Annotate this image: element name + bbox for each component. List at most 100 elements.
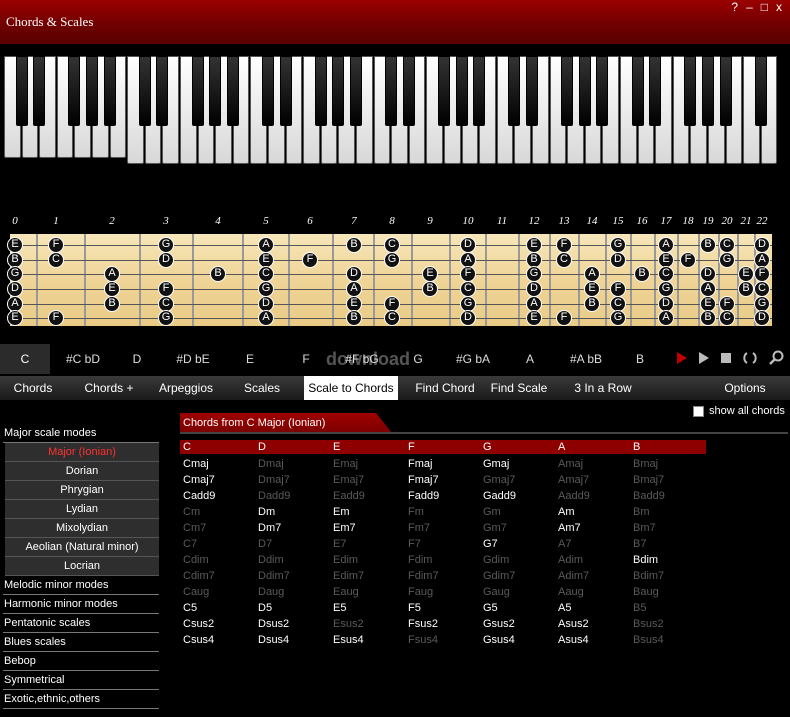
chord-cell[interactable]: Bm [633,505,650,519]
chord-cell[interactable]: E7 [333,537,346,551]
note-button[interactable]: #G bA [446,344,500,374]
piano-black-key[interactable] [33,56,46,126]
fret-note[interactable]: E [526,237,542,253]
fret-note[interactable]: D [460,237,476,253]
chord-cell[interactable]: Emaj [333,457,358,471]
piano-black-key[interactable] [191,56,204,126]
fret-note[interactable]: A [658,237,674,253]
chord-cell[interactable]: Ddim [258,553,284,567]
chord-cell[interactable]: Gaug [483,585,510,599]
chord-cell[interactable]: B7 [633,537,646,551]
fret-note[interactable]: C [719,237,735,253]
chord-cell[interactable]: Fmaj [408,457,432,471]
piano-black-key[interactable] [350,56,362,126]
fret-note[interactable]: E [738,266,754,282]
sidebar-group-item[interactable]: Symmetrical [3,671,159,690]
chord-cell[interactable]: Am [558,505,575,519]
chord-cell[interactable]: Caug [183,585,209,599]
chord-cell[interactable]: Eaug [333,585,359,599]
fret-note[interactable]: D [754,237,770,253]
fret-note[interactable]: D [610,252,626,268]
fret-note[interactable]: D [526,281,542,297]
tab-item[interactable]: Scale to Chords [304,376,398,400]
fret-note[interactable]: C [384,310,400,326]
fret-note[interactable]: B [584,296,600,312]
fret-note[interactable]: A [658,310,674,326]
chord-cell[interactable]: Cmaj7 [183,473,215,487]
fret-note[interactable]: D [700,266,716,282]
chord-cell[interactable]: F5 [408,601,421,615]
chord-cell[interactable]: G5 [483,601,498,615]
piano-black-key[interactable] [332,56,345,126]
chord-cell[interactable]: F7 [408,537,421,551]
chord-cell[interactable]: Edim [333,553,358,567]
sidebar-group-item[interactable]: Blues scales [3,633,159,652]
chord-cell[interactable]: Aaug [558,585,584,599]
chord-cell[interactable]: Cdim [183,553,209,567]
chord-cell[interactable]: D5 [258,601,272,615]
sidebar-group-head[interactable]: Major scale modes [3,424,159,443]
piano-black-key[interactable] [15,56,28,126]
fret-note[interactable]: B [700,237,716,253]
piano-black-key[interactable] [438,56,450,126]
chord-cell[interactable]: B5 [633,601,646,615]
chord-cell[interactable]: Dsus2 [258,617,289,631]
piano-black-key[interactable] [702,56,714,126]
chord-cell[interactable]: Gsus2 [483,617,515,631]
chord-cell[interactable]: Bdim [633,553,658,567]
piano-black-key[interactable] [455,56,468,126]
chord-cell[interactable]: Badd9 [633,489,665,503]
chord-cell[interactable]: Fm7 [408,521,430,535]
fret-note[interactable]: G [258,281,274,297]
fret-note[interactable]: C [460,281,476,297]
tab-item[interactable]: Options [700,376,790,400]
sidebar-mode-item[interactable]: Mixolydian [5,519,159,538]
fret-note[interactable]: B [422,281,438,297]
chord-cell[interactable]: Esus4 [333,633,364,647]
piano-black-key[interactable] [279,56,292,126]
tab-item[interactable]: Chords + [72,376,146,400]
fret-note[interactable]: F [680,252,696,268]
chord-cell[interactable]: Gsus4 [483,633,515,647]
fret-note[interactable]: A [258,310,274,326]
fret-note[interactable]: E [526,310,542,326]
piano-black-key[interactable] [649,56,662,126]
sidebar-mode-item[interactable]: Phrygian [5,481,159,500]
sidebar-mode-item[interactable]: Dorian [5,462,159,481]
fret-note[interactable]: B [700,310,716,326]
tab-item[interactable]: Find Scale [484,376,554,400]
play-icon[interactable] [698,351,710,365]
note-button[interactable]: #A bB [560,344,612,374]
maximize-button[interactable]: □ [761,0,768,14]
chord-cell[interactable]: Daug [258,585,284,599]
chord-cell[interactable]: Cdim7 [183,569,215,583]
fret-note[interactable]: B [104,296,120,312]
sidebar-group-item[interactable]: Pentatonic scales [3,614,159,633]
tab-item[interactable]: Arpeggios [148,376,224,400]
note-button[interactable]: A [504,344,556,374]
fret-note[interactable]: G [7,266,23,282]
fret-note[interactable]: C [754,281,770,297]
stop-icon[interactable] [720,351,732,365]
chord-cell[interactable]: Bdim7 [633,569,664,583]
piano-black-key[interactable] [68,56,81,126]
chord-cell[interactable]: Gm7 [483,521,507,535]
chord-cell[interactable]: Bm7 [633,521,656,535]
chord-cell[interactable]: Gmaj [483,457,509,471]
fret-note[interactable]: F [302,252,318,268]
fret-note[interactable]: B [738,281,754,297]
chord-cell[interactable]: Fsus2 [408,617,438,631]
sidebar-mode-item[interactable]: Locrian [5,557,159,576]
fret-note[interactable]: E [7,310,23,326]
fret-note[interactable]: F [556,237,572,253]
fret-note[interactable]: F [754,266,770,282]
fret-note[interactable]: C [48,252,64,268]
chord-cell[interactable]: Em [333,505,350,519]
chord-cell[interactable]: Esus2 [333,617,364,631]
tab-item[interactable]: Scales [232,376,292,400]
piano-black-key[interactable] [508,56,521,126]
fret-note[interactable]: C [658,266,674,282]
tab-item[interactable]: Find Chord [410,376,480,400]
chord-cell[interactable]: A5 [558,601,571,615]
piano-black-key[interactable] [226,56,239,126]
